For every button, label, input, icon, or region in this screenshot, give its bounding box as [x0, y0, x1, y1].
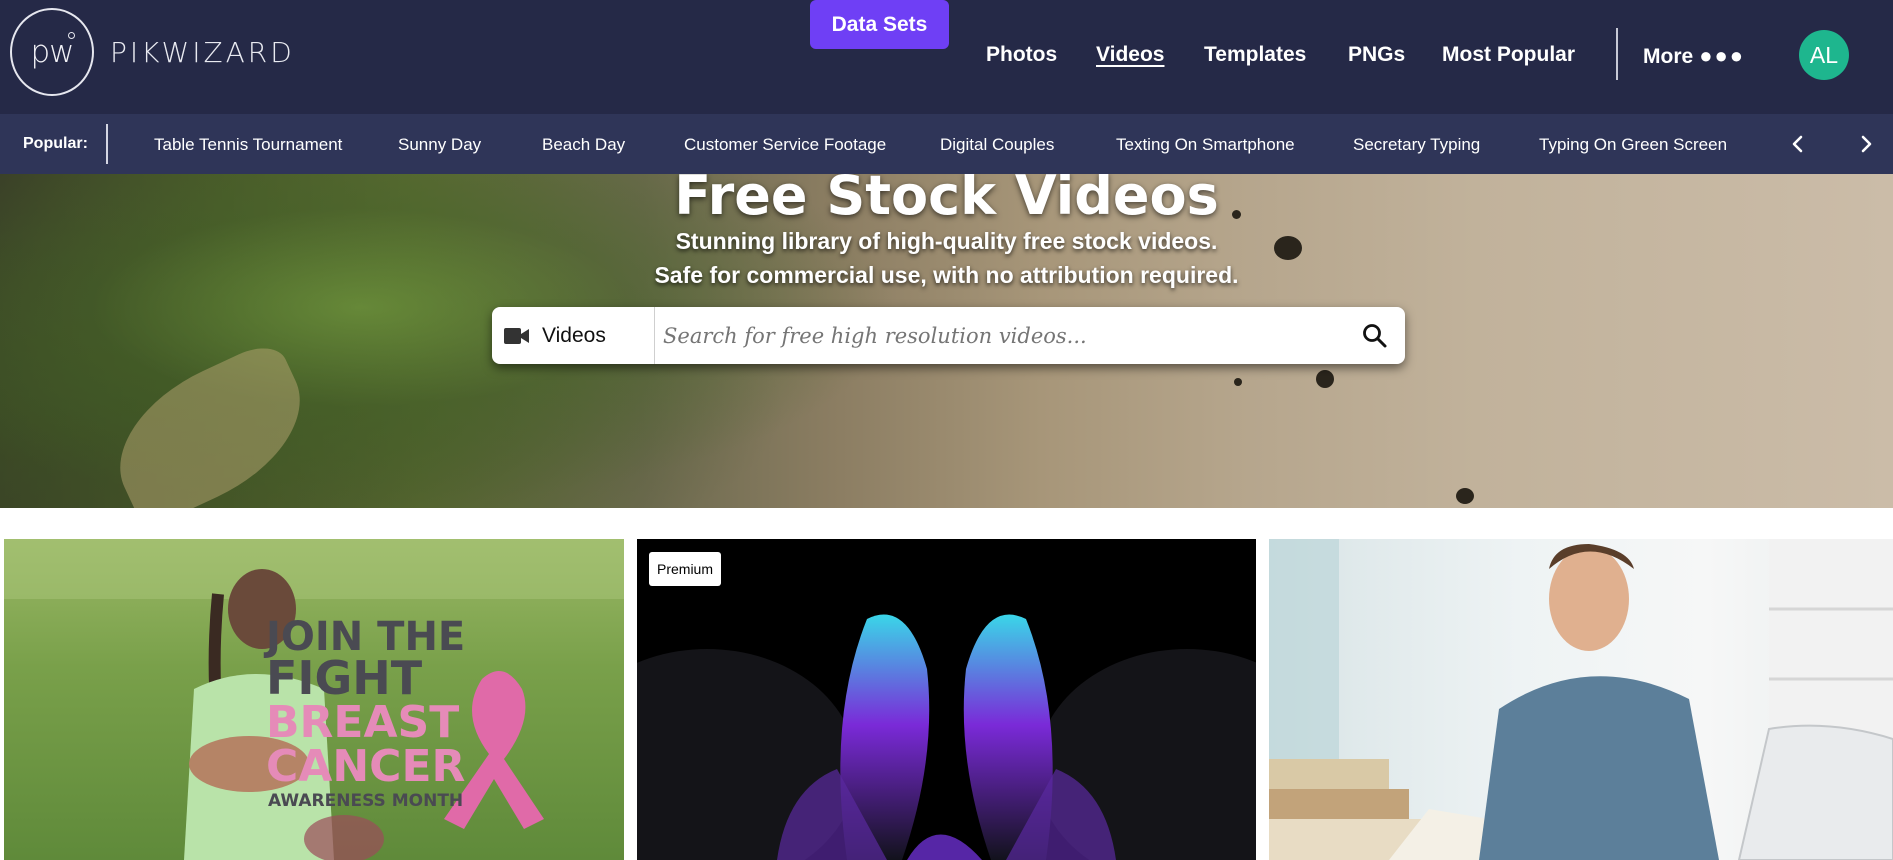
- popular-prev-button[interactable]: [1780, 126, 1816, 162]
- search-icon: [1363, 323, 1387, 347]
- hero-banner: Free Stock Videos Stunning library of hi…: [0, 174, 1893, 508]
- nav-link-videos[interactable]: Videos: [1096, 43, 1164, 67]
- search-input[interactable]: [655, 307, 1345, 364]
- popular-item[interactable]: Sunny Day: [398, 135, 481, 155]
- site-logo[interactable]: pw PIKWIZARD: [10, 8, 295, 96]
- nav-link-most-popular[interactable]: Most Popular: [1442, 43, 1575, 67]
- video-thumbnail: [637, 614, 1256, 860]
- video-card[interactable]: [1269, 539, 1893, 860]
- overlay-text: BREAST: [266, 697, 460, 748]
- video-card[interactable]: Premium: [637, 539, 1256, 860]
- nav-link-templates[interactable]: Templates: [1204, 43, 1306, 67]
- premium-badge: Premium: [649, 552, 722, 586]
- hero-background-spot: [1456, 488, 1474, 504]
- logo-mark-text: pw: [30, 34, 74, 70]
- chevron-right-icon: [1861, 135, 1872, 153]
- hero-background-spot: [1316, 370, 1334, 388]
- popular-label: Popular:: [23, 135, 88, 152]
- nav-data-sets-button[interactable]: Data Sets: [810, 0, 949, 49]
- nav-divider: [1616, 28, 1618, 80]
- popular-item[interactable]: Table Tennis Tournament: [154, 135, 342, 155]
- overlay-text: AWARENESS MONTH: [268, 791, 464, 811]
- search-type-label: Videos: [542, 323, 606, 347]
- popular-item[interactable]: Typing On Green Screen: [1539, 135, 1727, 155]
- hero-subtitle-line2: Safe for commercial use, with no attribu…: [654, 262, 1239, 288]
- logo-mark: pw: [10, 8, 94, 96]
- hero-title: Free Stock Videos: [674, 174, 1219, 227]
- video-camera-icon: [504, 327, 529, 344]
- hero-subtitle-line1: Stunning library of high-quality free st…: [675, 228, 1218, 254]
- video-card[interactable]: JOIN THE FIGHT BREAST CANCER AWARENESS M…: [4, 539, 624, 860]
- chevron-left-icon: [1792, 135, 1803, 153]
- popular-item[interactable]: Secretary Typing: [1353, 135, 1480, 155]
- nav-more-label: More: [1643, 45, 1694, 68]
- popular-item[interactable]: Texting On Smartphone: [1116, 135, 1295, 155]
- popular-item[interactable]: Digital Couples: [940, 135, 1054, 155]
- popular-item[interactable]: Customer Service Footage: [684, 135, 886, 155]
- popular-divider: [106, 124, 108, 164]
- nav-link-photos[interactable]: Photos: [986, 43, 1057, 67]
- overlay-text: FIGHT: [266, 651, 423, 705]
- logo-mark-dot: [68, 32, 75, 39]
- popular-next-button[interactable]: [1848, 126, 1884, 162]
- search-button[interactable]: [1345, 307, 1405, 364]
- nav-link-pngs[interactable]: PNGs: [1348, 43, 1405, 67]
- ellipsis-icon: ●●●: [1699, 43, 1746, 68]
- user-avatar[interactable]: AL: [1799, 30, 1849, 80]
- search-type-selector[interactable]: Videos: [492, 307, 655, 364]
- popular-item[interactable]: Beach Day: [542, 135, 625, 155]
- nav-more-button[interactable]: More ●●●: [1643, 43, 1745, 69]
- search-bar: Videos: [492, 307, 1405, 364]
- top-navigation: pw PIKWIZARD Data Sets Photos Videos Tem…: [0, 0, 1893, 114]
- video-thumbnail: [1269, 539, 1893, 860]
- overlay-text: CANCER: [266, 741, 466, 792]
- brand-name: PIKWIZARD: [110, 35, 295, 69]
- popular-searches-bar: Popular: Table Tennis Tournament Sunny D…: [0, 114, 1893, 174]
- hero-background-spot: [1234, 378, 1242, 386]
